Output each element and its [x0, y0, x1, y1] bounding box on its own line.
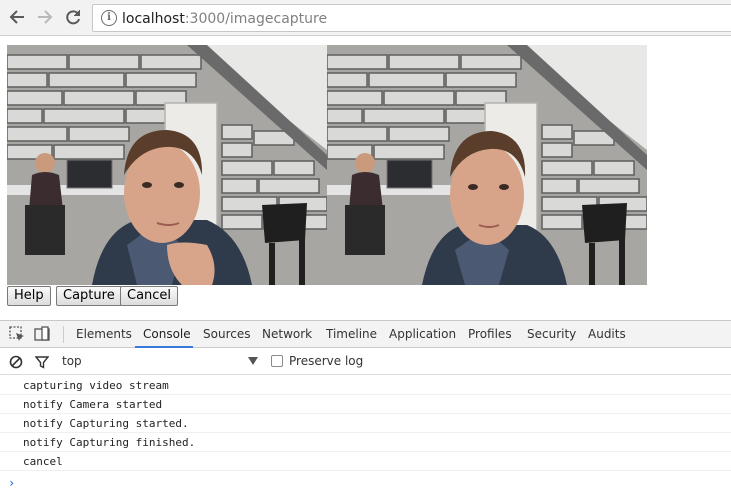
console-prompt[interactable]: ›: [0, 474, 731, 494]
clear-console-icon[interactable]: [9, 354, 23, 369]
context-selector[interactable]: top: [62, 354, 82, 369]
devtools-panel: Elements Console Sources Network Timelin…: [0, 320, 731, 499]
tab-application[interactable]: Application: [389, 327, 456, 342]
tab-security[interactable]: Security: [527, 327, 576, 342]
inspect-element-icon[interactable]: [9, 326, 25, 342]
reload-icon[interactable]: [62, 6, 84, 28]
url-host: localhost: [122, 11, 185, 27]
tab-audits[interactable]: Audits: [588, 327, 626, 342]
tab-profiles[interactable]: Profiles: [468, 327, 512, 342]
url-path: :3000/imagecapture: [184, 11, 328, 27]
console-output: capturing video stream notify Camera sta…: [0, 376, 731, 471]
forward-arrow-icon[interactable]: [34, 6, 56, 28]
tab-elements[interactable]: Elements: [76, 327, 132, 342]
context-dropdown-icon[interactable]: [248, 357, 258, 365]
console-filterbar: top Preserve log: [0, 348, 731, 375]
prompt-chevron-icon: ›: [8, 476, 16, 490]
captured-photo: [327, 45, 647, 285]
preserve-log-label: Preserve log: [289, 354, 364, 368]
console-message: notify Capturing finished.: [0, 433, 731, 452]
info-icon[interactable]: i: [101, 10, 117, 26]
url-text: localhost:3000/imagecapture: [122, 10, 327, 28]
filter-icon[interactable]: [34, 354, 50, 369]
address-bar[interactable]: i localhost:3000/imagecapture: [92, 4, 731, 32]
browser-toolbar: i localhost:3000/imagecapture: [0, 0, 731, 36]
toolbar-divider: [63, 326, 64, 343]
console-message: notify Camera started: [0, 395, 731, 414]
help-button[interactable]: Help: [7, 286, 51, 306]
tab-timeline[interactable]: Timeline: [326, 327, 377, 342]
preserve-log-checkbox[interactable]: [271, 355, 283, 367]
tab-sources[interactable]: Sources: [203, 327, 250, 342]
console-message: cancel: [0, 452, 731, 471]
tab-network[interactable]: Network: [262, 327, 312, 342]
devtools-tabbar: Elements Console Sources Network Timelin…: [0, 321, 731, 348]
tab-console[interactable]: Console: [143, 327, 191, 342]
device-mode-icon[interactable]: [34, 326, 50, 342]
cancel-button[interactable]: Cancel: [120, 286, 179, 306]
capture-button[interactable]: Capture: [56, 286, 122, 306]
console-message: notify Capturing started.: [0, 414, 731, 433]
console-message: capturing video stream: [0, 376, 731, 395]
back-arrow-icon[interactable]: [6, 6, 28, 28]
live-video-stream: [7, 45, 327, 285]
